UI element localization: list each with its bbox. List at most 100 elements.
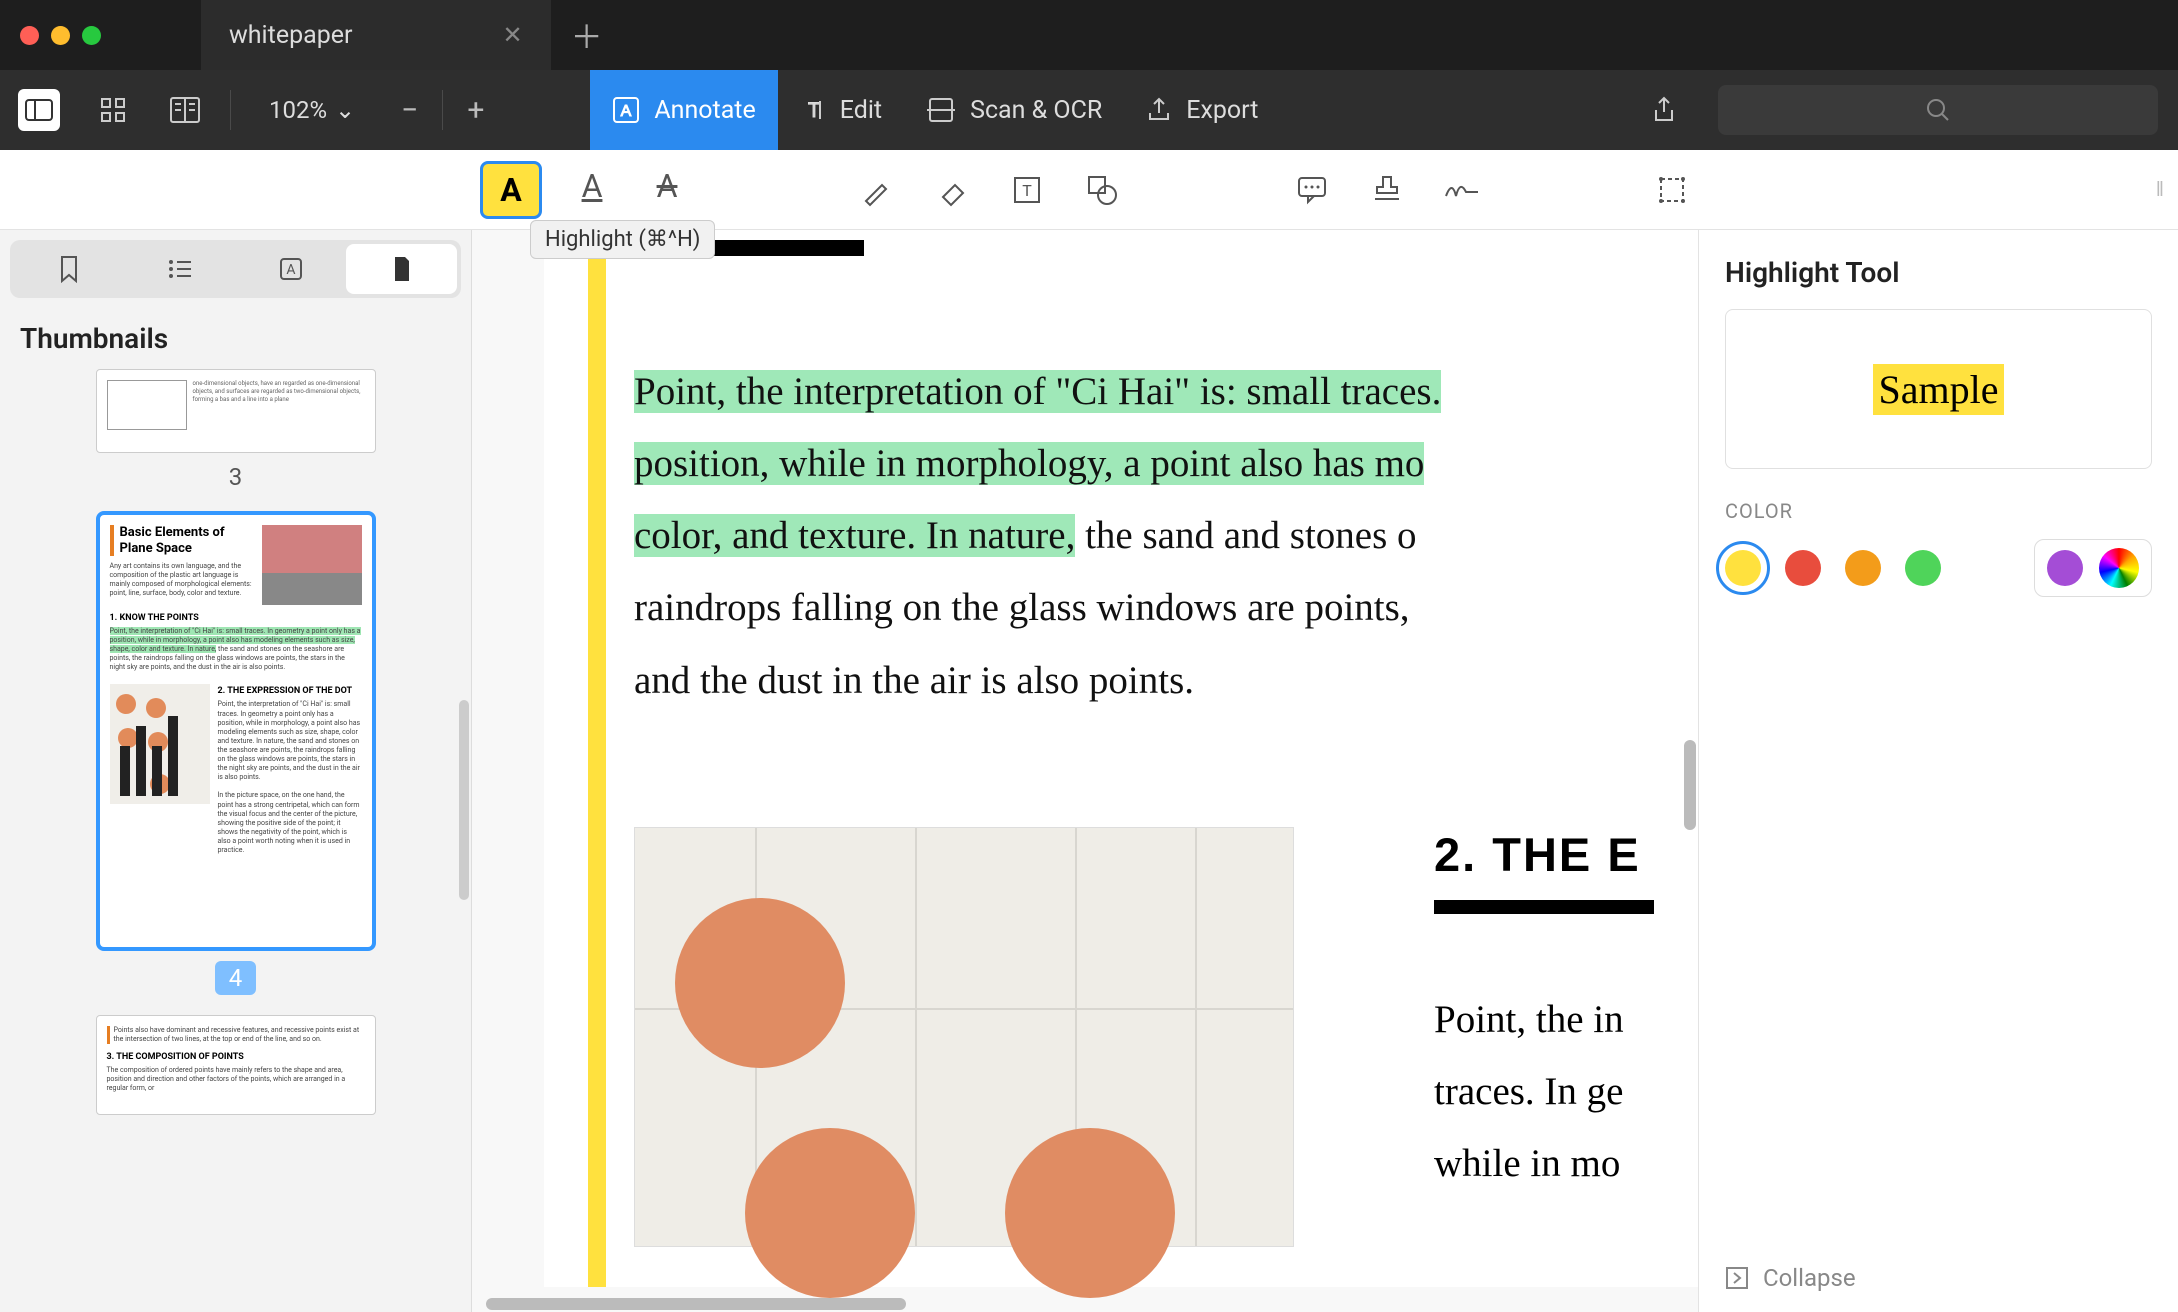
page-highlight-bar	[588, 230, 606, 1287]
panel-title: Highlight Tool	[1725, 256, 2152, 289]
signature-icon	[1442, 176, 1482, 204]
highlighted-text[interactable]: color, and texture. In nature,	[634, 514, 1075, 557]
scan-ocr-button[interactable]: Scan & OCR	[904, 70, 1124, 150]
divider	[442, 90, 443, 130]
annotation-toolbar: A A A T ‖ Highlight (⌘^H)	[0, 150, 2178, 230]
minimize-window-icon[interactable]	[51, 26, 70, 45]
divider	[230, 90, 231, 130]
edit-mode-button[interactable]: T Edit	[778, 70, 904, 150]
body-text[interactable]: Point, the in traces. In ge while in mo	[1434, 984, 1698, 1200]
color-purple[interactable]	[2047, 550, 2083, 586]
selection-icon	[1655, 173, 1689, 207]
outline-tab[interactable]	[125, 244, 236, 294]
text-box-icon: T	[1011, 174, 1043, 206]
export-label: Export	[1186, 96, 1258, 125]
collapse-icon	[1725, 1266, 1749, 1290]
zoom-in-button[interactable]: +	[451, 93, 500, 128]
collapse-label: Collapse	[1763, 1264, 1856, 1292]
annotate-mode-button[interactable]: A Annotate	[590, 70, 777, 150]
signature-tool[interactable]	[1437, 165, 1487, 215]
thumbnails-tab[interactable]	[346, 244, 457, 294]
text-box-tool[interactable]: T	[1002, 165, 1052, 215]
document-image	[634, 827, 1294, 1247]
color-red[interactable]	[1785, 550, 1821, 586]
scan-icon	[926, 97, 956, 123]
thumbnail-item[interactable]: Basic Elements of Plane Space Any art co…	[20, 511, 451, 995]
zoom-out-button[interactable]: −	[385, 93, 434, 128]
search-input[interactable]	[1718, 85, 2158, 135]
export-button[interactable]: Export	[1124, 70, 1280, 150]
svg-text:A: A	[621, 103, 632, 120]
grid-view-button[interactable]	[78, 70, 148, 150]
outline-icon	[167, 258, 193, 280]
search-icon	[1925, 97, 1951, 123]
strikethrough-tool[interactable]: A	[642, 161, 692, 211]
color-wheel-icon[interactable]	[2099, 548, 2139, 588]
color-orange[interactable]	[1845, 550, 1881, 586]
text-edit-icon: T	[800, 97, 826, 123]
page-number: 4	[215, 961, 257, 995]
section-heading: 2. THE E	[1434, 827, 1698, 882]
sidebar-toggle-button[interactable]	[18, 89, 60, 131]
left-sidebar: A Thumbnails one-dimensional objects, ha…	[0, 230, 472, 1312]
share-button[interactable]	[1630, 70, 1698, 150]
ink-tool[interactable]	[852, 165, 902, 215]
scrollbar-horizontal[interactable]	[486, 1298, 906, 1310]
body-text-run: while in mo	[1434, 1142, 1620, 1185]
drag-handle-icon[interactable]: ‖	[2156, 177, 2164, 202]
sidebar-icon	[25, 99, 53, 121]
thumbnail-item[interactable]: Points also have dominant and recessive …	[20, 1015, 451, 1115]
zoom-level[interactable]: 102% ⌄	[239, 96, 385, 124]
sample-text: Sample	[1873, 364, 2005, 415]
underline-tool[interactable]: A	[567, 161, 617, 211]
eraser-tool[interactable]	[927, 165, 977, 215]
page: Point, the interpretation of "Ci Hai" is…	[544, 230, 1698, 1287]
sample-preview: Sample	[1725, 309, 2152, 469]
bookmarks-tab[interactable]	[14, 244, 125, 294]
document-viewport[interactable]: Point, the interpretation of "Ci Hai" is…	[472, 230, 1698, 1312]
new-tab-button[interactable]: ＋	[551, 12, 623, 58]
zoom-value: 102%	[269, 96, 327, 124]
highlighted-text[interactable]: position, while in morphology, a point a…	[634, 442, 1424, 485]
color-green[interactable]	[1905, 550, 1941, 586]
color-yellow[interactable]	[1725, 550, 1761, 586]
shape-icon	[1085, 173, 1119, 207]
thumbnail-item[interactable]: one-dimensional objects, have an regarde…	[20, 369, 451, 491]
note-tool[interactable]	[1287, 165, 1337, 215]
highlighted-text[interactable]: Point, the interpretation of "Ci Hai" is…	[634, 370, 1441, 413]
thumb-title: Basic Elements of Plane Space	[110, 525, 254, 556]
eraser-icon	[935, 173, 969, 207]
fullscreen-window-icon[interactable]	[82, 26, 101, 45]
marker-icon	[860, 173, 894, 207]
edit-label: Edit	[840, 96, 882, 125]
page-number: 3	[229, 463, 243, 491]
thumbnail-list: one-dimensional objects, have an regarde…	[0, 369, 471, 1312]
collapse-panel-button[interactable]: Collapse	[1725, 1264, 1856, 1292]
stamp-tool[interactable]	[1362, 165, 1412, 215]
page-icon	[391, 255, 413, 283]
scrollbar-vertical[interactable]	[1684, 740, 1696, 830]
book-icon	[170, 97, 200, 123]
svg-text:T: T	[808, 98, 820, 122]
scan-ocr-label: Scan & OCR	[970, 96, 1102, 125]
annotate-label: Annotate	[654, 96, 755, 125]
body-text[interactable]: Point, the interpretation of "Ci Hai" is…	[634, 356, 1698, 717]
sidebar-tabs: A	[10, 240, 461, 298]
annotation-list-icon: A	[278, 256, 304, 282]
close-tab-icon[interactable]: ✕	[502, 21, 522, 49]
document-tab[interactable]: whitepaper ✕	[201, 0, 551, 70]
share-icon	[1652, 96, 1676, 124]
scrollbar-thumb[interactable]	[459, 700, 469, 900]
reader-view-button[interactable]	[148, 70, 222, 150]
select-area-tool[interactable]	[1647, 165, 1697, 215]
highlight-tool[interactable]: A	[480, 161, 542, 219]
export-icon	[1146, 97, 1172, 123]
close-window-icon[interactable]	[20, 26, 39, 45]
grid-icon	[100, 97, 126, 123]
tooltip: Highlight (⌘^H)	[530, 220, 715, 259]
annotations-tab[interactable]: A	[236, 244, 347, 294]
annotate-icon: A	[612, 96, 640, 124]
main-toolbar: 102% ⌄ − + A Annotate T Edit Scan & OCR …	[0, 70, 2178, 150]
shape-tool[interactable]	[1077, 165, 1127, 215]
body-text-run: traces. In ge	[1434, 1070, 1623, 1113]
